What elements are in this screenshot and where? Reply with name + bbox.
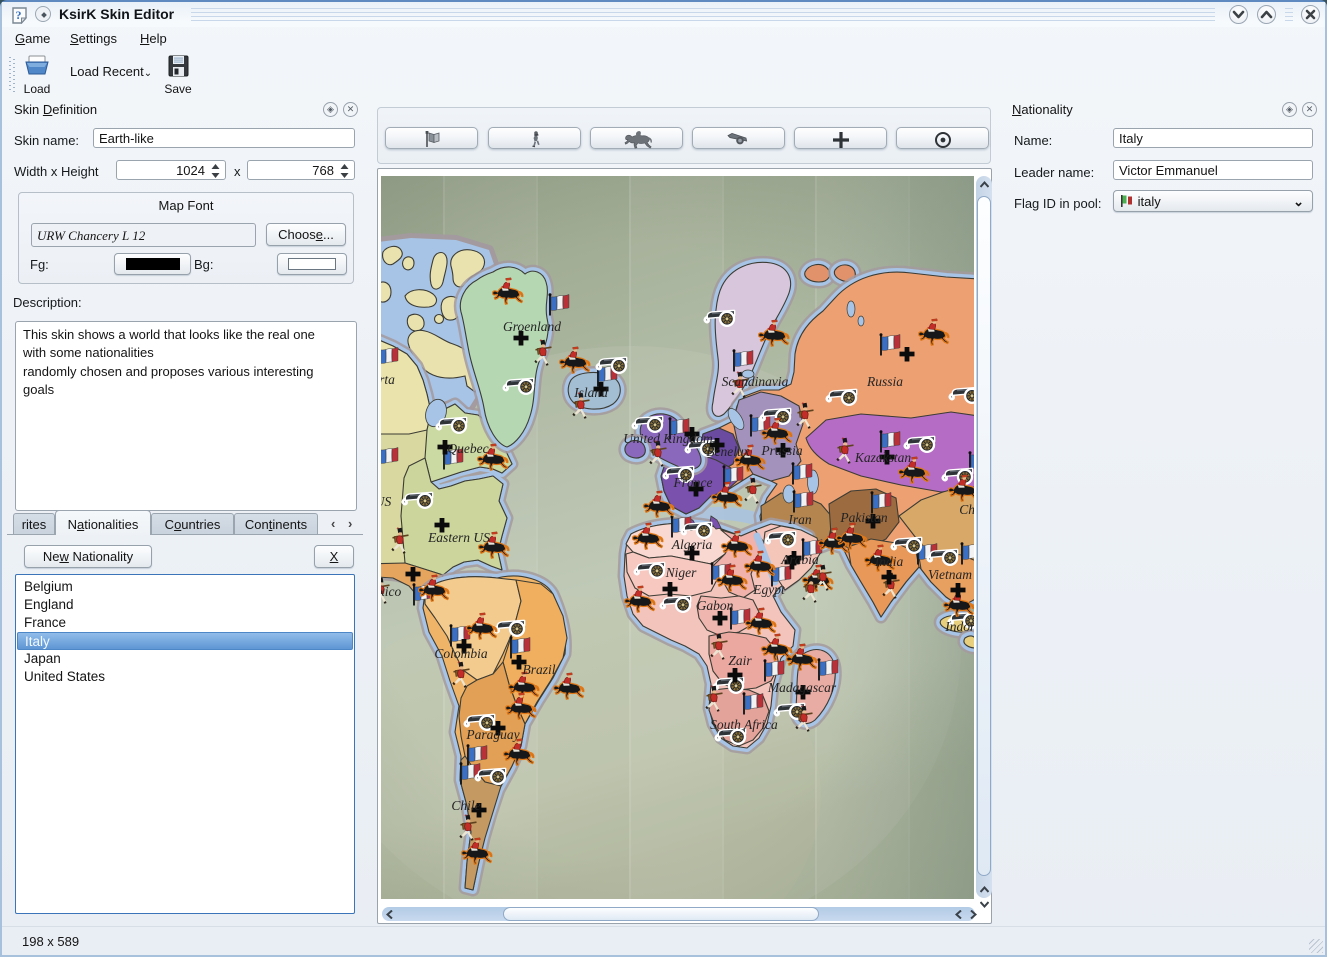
svg-text:Egypt: Egypt bbox=[752, 582, 786, 597]
svg-text:United Kingdom: United Kingdom bbox=[623, 431, 713, 446]
svg-text:France: France bbox=[673, 475, 713, 490]
svg-text:Russia: Russia bbox=[866, 374, 903, 389]
svg-text:Quebec: Quebec bbox=[447, 441, 488, 456]
svg-text:Gabon: Gabon bbox=[697, 598, 734, 613]
svg-text:South Africa: South Africa bbox=[710, 717, 778, 732]
svg-text:exico: exico bbox=[381, 584, 401, 599]
svg-text:Brazil: Brazil bbox=[522, 662, 555, 677]
svg-text:Prussia: Prussia bbox=[760, 443, 803, 458]
svg-text:Chi: Chi bbox=[959, 502, 974, 517]
svg-text:Arabia: Arabia bbox=[780, 552, 819, 567]
svg-text:Zair: Zair bbox=[728, 653, 752, 668]
svg-text:Eastern US: Eastern US bbox=[427, 530, 490, 545]
svg-text:Niger: Niger bbox=[665, 565, 697, 580]
svg-text:Kazakstan: Kazakstan bbox=[854, 450, 912, 465]
svg-text:Vietnam: Vietnam bbox=[928, 567, 972, 582]
svg-text:Scandinavia: Scandinavia bbox=[722, 374, 789, 389]
svg-text:?: ? bbox=[16, 8, 22, 22]
svg-text:US: US bbox=[381, 494, 391, 509]
svg-text:Colombia: Colombia bbox=[434, 646, 488, 661]
svg-text:Paraguay: Paraguay bbox=[465, 727, 519, 742]
svg-text:rta: rta bbox=[381, 372, 395, 387]
svg-text:Pakistan: Pakistan bbox=[839, 510, 887, 525]
svg-text:Chile: Chile bbox=[451, 798, 480, 813]
svg-text:India: India bbox=[874, 554, 904, 569]
svg-text:Madagascar: Madagascar bbox=[767, 680, 837, 695]
svg-text:Benelux: Benelux bbox=[706, 444, 749, 459]
svg-text:Iran: Iran bbox=[787, 512, 811, 527]
svg-text:Indon: Indon bbox=[944, 619, 974, 634]
svg-text:Island: Island bbox=[573, 385, 608, 400]
svg-text:Algeria: Algeria bbox=[671, 537, 713, 552]
svg-text:Groenland: Groenland bbox=[503, 319, 561, 334]
